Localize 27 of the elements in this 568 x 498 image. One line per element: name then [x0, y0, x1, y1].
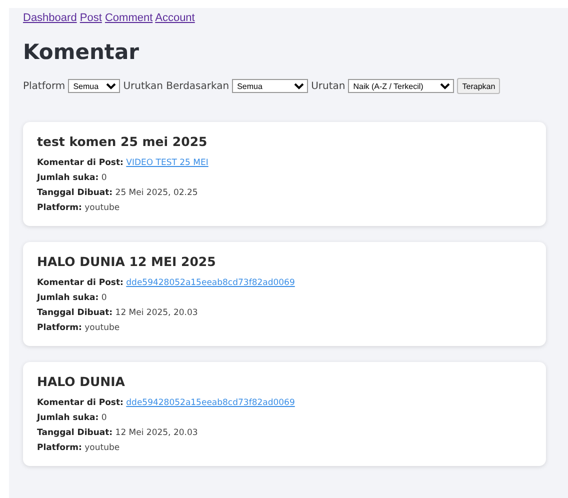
nav-link[interactable]: Account — [155, 12, 195, 24]
filter-label: Urutan — [311, 80, 346, 92]
comment-title: HALO DUNIA — [37, 374, 126, 389]
field-line: Jumlah suka: 0 — [37, 412, 108, 425]
filter-label: Urutkan Berdasarkan — [123, 80, 230, 92]
field-line: Jumlah suka: 0 — [37, 172, 108, 185]
dropdown[interactable]: Semua — [232, 79, 308, 93]
field-line: Tanggal Dibuat: 12 Mei 2025, 20.03 — [37, 307, 199, 320]
field-line: Platform: youtube — [37, 442, 121, 455]
field-line: Komentar di Post: VIDEO TEST 25 MEI — [37, 157, 210, 170]
dropdown[interactable]: Semua — [68, 79, 120, 93]
comment-title: test komen 25 mei 2025 — [37, 134, 208, 149]
field-line: Komentar di Post: dde59428052a15eeab8cd73f82ad0069 — [37, 277, 296, 290]
nav-link[interactable]: Dashboard — [23, 12, 77, 24]
field-line: Tanggal Dibuat: 25 Mei 2025, 02.25 — [37, 187, 199, 200]
dropdown[interactable]: Naik (A-Z / Terkecil) — [348, 79, 454, 93]
field-line: Tanggal Dibuat: 12 Mei 2025, 20.03 — [37, 427, 199, 440]
nav-link[interactable]: Comment — [104, 12, 153, 24]
nav-link[interactable]: Post — [80, 12, 102, 24]
field-line: Komentar di Post: dde59428052a15eeab8cd73f82ad0069 — [37, 397, 296, 410]
field-line: Jumlah suka: 0 — [37, 292, 108, 305]
apply-button[interactable]: Terapkan — [457, 78, 500, 94]
field-line: Platform: youtube — [37, 202, 121, 215]
page-title: Komentar — [23, 40, 140, 64]
field-line: Platform: youtube — [37, 322, 121, 335]
filter-label: Platform — [23, 80, 66, 92]
comment-title: HALO DUNIA 12 MEI 2025 — [37, 254, 217, 269]
